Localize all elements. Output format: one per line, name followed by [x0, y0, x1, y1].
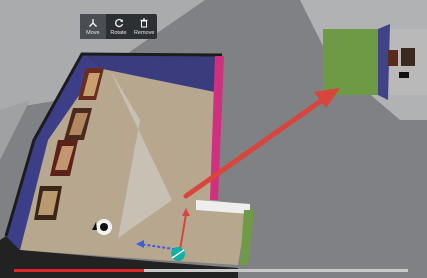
move-icon	[88, 18, 97, 27]
rotate-button[interactable]: Rotate	[106, 14, 132, 39]
video-progress-fill	[14, 269, 145, 272]
video-progress-bar[interactable]	[14, 269, 408, 272]
rotate-icon	[114, 18, 123, 27]
remove-button[interactable]: Remove	[131, 14, 157, 39]
move-button[interactable]: Move	[80, 14, 106, 39]
preview-wall-green	[323, 29, 378, 95]
rotate-label: Rotate	[110, 29, 127, 36]
move-label: Move	[86, 29, 100, 36]
gizmo-toolbar: Move Rotate Remove	[80, 14, 157, 39]
trash-icon	[140, 17, 148, 28]
remove-label: Remove	[133, 29, 155, 36]
